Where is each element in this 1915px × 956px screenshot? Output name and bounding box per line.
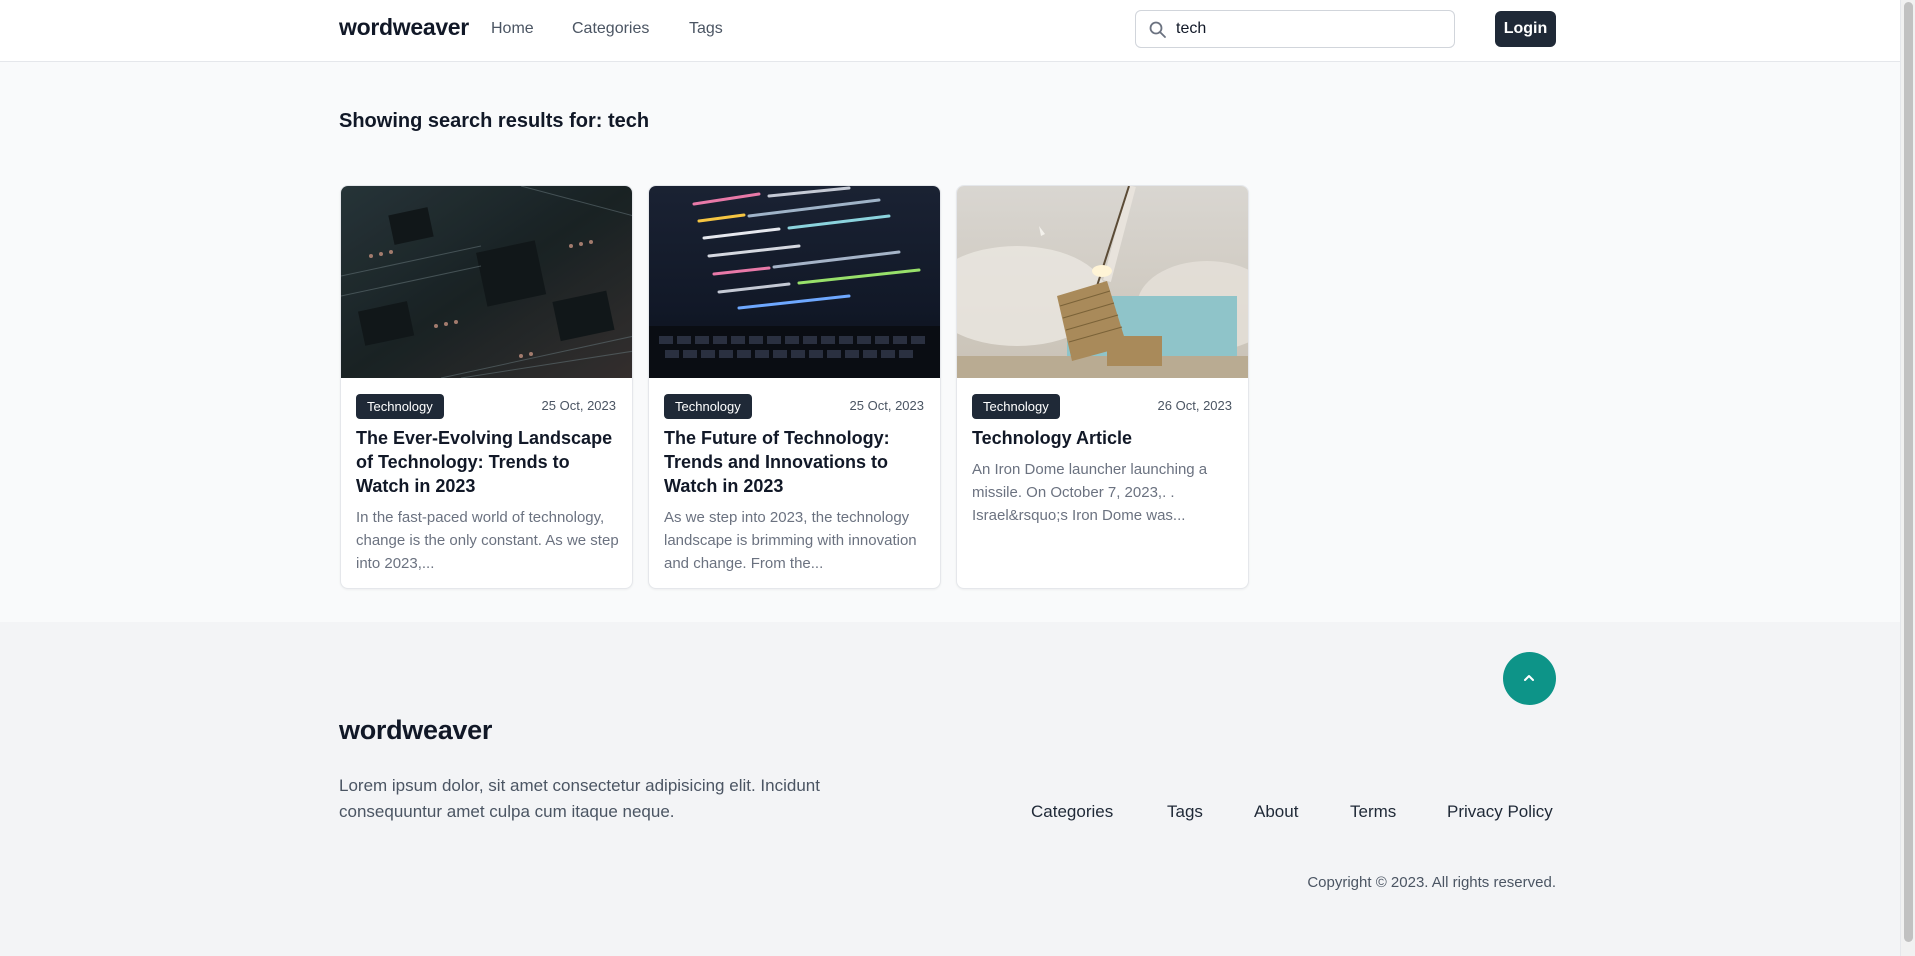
search-input[interactable] — [1176, 16, 1446, 42]
page: wordweaver Home Categories Tags Login Sh… — [0, 0, 1900, 956]
nav-categories[interactable]: Categories — [572, 20, 649, 38]
article-card[interactable]: Technology 26 Oct, 2023 Technology Artic… — [956, 185, 1249, 589]
card-excerpt: An Iron Dome launcher launching a missil… — [972, 461, 1208, 524]
card-excerpt: As we step into 2023, the technology lan… — [664, 509, 917, 572]
scrollbar-thumb[interactable] — [1904, 2, 1913, 942]
site-header: wordweaver Home Categories Tags Login — [0, 0, 1900, 62]
vertical-scrollbar[interactable] — [1900, 0, 1915, 956]
footer-logo[interactable]: wordweaver — [339, 715, 492, 746]
footer-link-about[interactable]: About — [1254, 802, 1298, 822]
scroll-to-top-button[interactable] — [1503, 652, 1556, 705]
card-title[interactable]: Technology Article — [972, 426, 1236, 450]
search-icon — [1148, 20, 1168, 40]
site-footer: wordweaver Lorem ipsum dolor, sit amet c… — [0, 622, 1900, 956]
card-excerpt: In the fast-paced world of technology, c… — [356, 509, 619, 572]
search-results-heading: Showing search results for: tech — [339, 110, 650, 132]
nav-tags[interactable]: Tags — [689, 20, 723, 38]
article-card[interactable]: Technology 25 Oct, 2023 The Ever-Evolvin… — [340, 185, 633, 589]
category-badge[interactable]: Technology — [972, 394, 1060, 419]
copyright-text: Copyright © 2023. All rights reserved. — [1307, 874, 1556, 891]
footer-link-categories[interactable]: Categories — [1031, 802, 1113, 822]
circuit-board-image[interactable] — [341, 186, 632, 378]
laptop-code-image[interactable] — [649, 186, 940, 378]
login-button[interactable]: Login — [1495, 11, 1556, 47]
card-title[interactable]: The Future of Technology: Trends and Inn… — [664, 426, 928, 498]
article-card[interactable]: Technology 25 Oct, 2023 The Future of Te… — [648, 185, 941, 589]
missile-launcher-image[interactable] — [957, 186, 1248, 378]
nav-home[interactable]: Home — [491, 20, 534, 38]
card-title[interactable]: The Ever-Evolving Landscape of Technolog… — [356, 426, 620, 498]
category-badge[interactable]: Technology — [664, 394, 752, 419]
post-date: 26 Oct, 2023 — [1157, 398, 1232, 413]
post-date: 25 Oct, 2023 — [541, 398, 616, 413]
footer-link-tags[interactable]: Tags — [1167, 802, 1203, 822]
footer-description: Lorem ipsum dolor, sit amet consectetur … — [339, 776, 820, 821]
search-box[interactable] — [1135, 10, 1455, 48]
footer-link-privacy-policy[interactable]: Privacy Policy — [1447, 802, 1553, 822]
chevron-up-icon — [1524, 675, 1534, 681]
footer-link-terms[interactable]: Terms — [1350, 802, 1396, 822]
category-badge[interactable]: Technology — [356, 394, 444, 419]
site-logo[interactable]: wordweaver — [339, 14, 469, 41]
post-date: 25 Oct, 2023 — [849, 398, 924, 413]
